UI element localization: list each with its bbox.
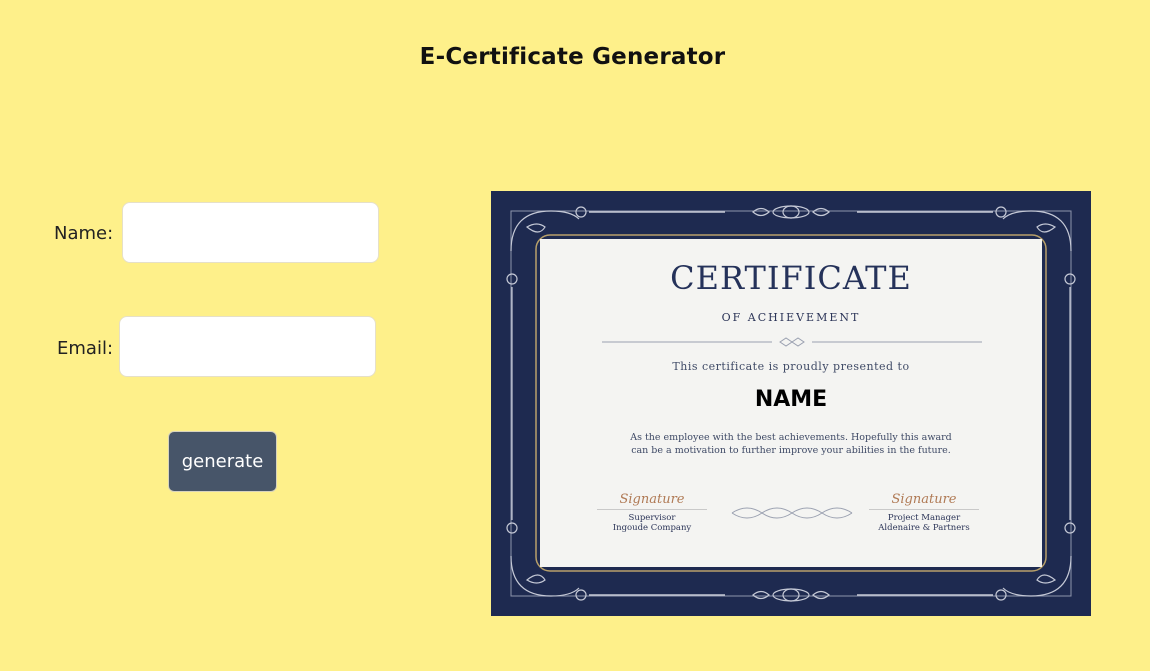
recipient-name: NAME: [754, 387, 828, 412]
signature-role: Supervisor: [628, 513, 676, 523]
page-title: E-Certificate Generator: [419, 44, 726, 70]
certificate-paper: CERTIFICATE OF ACHIEVEMENT This certific…: [540, 239, 1042, 567]
signature-script: Signature: [597, 492, 707, 510]
certificate-title: CERTIFICATE: [670, 259, 912, 297]
center-flourish: [731, 507, 853, 519]
body-line-2: can be a motivation to further improve y…: [631, 445, 951, 456]
signature-org: Ingoude Company: [612, 523, 692, 533]
presented-text: This certificate is proudly presented to: [672, 360, 910, 373]
email-label: Email:: [57, 338, 114, 359]
signature-block-supervisor: Signature Supervisor Ingoude Company: [597, 492, 707, 533]
name-label: Name:: [54, 223, 114, 244]
signature-block-manager: Signature Project Manager Aldenaire & Pa…: [869, 492, 979, 533]
certificate-body: As the employee with the best achievemen…: [540, 431, 1042, 457]
divider-ornament: [602, 337, 982, 347]
signature-org: Aldenaire & Partners: [878, 523, 970, 533]
name-input[interactable]: [122, 202, 379, 263]
certificate-subtitle: OF ACHIEVEMENT: [721, 311, 861, 324]
body-line-1: As the employee with the best achievemen…: [630, 432, 952, 443]
email-input[interactable]: [119, 316, 376, 377]
generate-button[interactable]: generate: [168, 431, 277, 492]
certificate-preview: CERTIFICATE OF ACHIEVEMENT This certific…: [491, 191, 1091, 616]
signature-role: Project Manager: [887, 513, 961, 523]
signature-script: Signature: [869, 492, 979, 510]
